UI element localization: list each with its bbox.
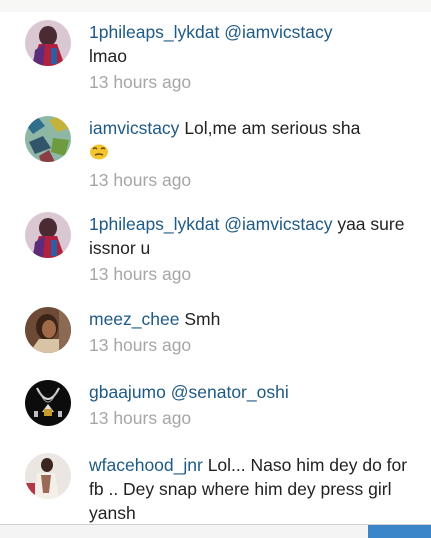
user-avatar[interactable] [25, 212, 71, 258]
comment-mention[interactable]: @iamvicstacy [224, 214, 332, 234]
user-avatar[interactable] [25, 307, 71, 353]
comment-timestamp: 13 hours ago [89, 264, 192, 284]
comment-timestamp: 13 hours ago [89, 170, 192, 191]
user-avatar[interactable] [25, 116, 71, 162]
user-avatar[interactable] [25, 20, 71, 66]
bottom-action-tab[interactable] [368, 525, 431, 538]
unamused-face-icon [89, 142, 109, 166]
comment-mention[interactable]: @iamvicstacy [224, 22, 332, 42]
comment-timestamp: 13 hours ago [89, 335, 192, 355]
user-avatar[interactable] [25, 380, 71, 426]
comment-text: Smh [184, 309, 221, 329]
comment-username[interactable]: wfacehood_jnr [89, 455, 203, 475]
user-avatar[interactable] [25, 453, 71, 499]
bottom-bar [0, 525, 368, 538]
comment-timestamp: 13 hours ago [89, 408, 192, 428]
comment-timestamp: 13 hours ago [89, 72, 192, 92]
comment-username[interactable]: meez_chee [89, 309, 179, 329]
comment-username[interactable]: gbaajumo [89, 382, 166, 402]
top-strip [0, 0, 431, 12]
comment-username[interactable]: iamvicstacy [89, 118, 179, 138]
comment-text: lmao [89, 46, 127, 66]
comment-username[interactable]: 1phileaps_lykdat [89, 214, 219, 234]
comment-text: Lol,me am serious sha [184, 118, 361, 138]
comment-username[interactable]: 1phileaps_lykdat [89, 22, 219, 42]
comment-mention[interactable]: @senator_oshi [171, 382, 289, 402]
